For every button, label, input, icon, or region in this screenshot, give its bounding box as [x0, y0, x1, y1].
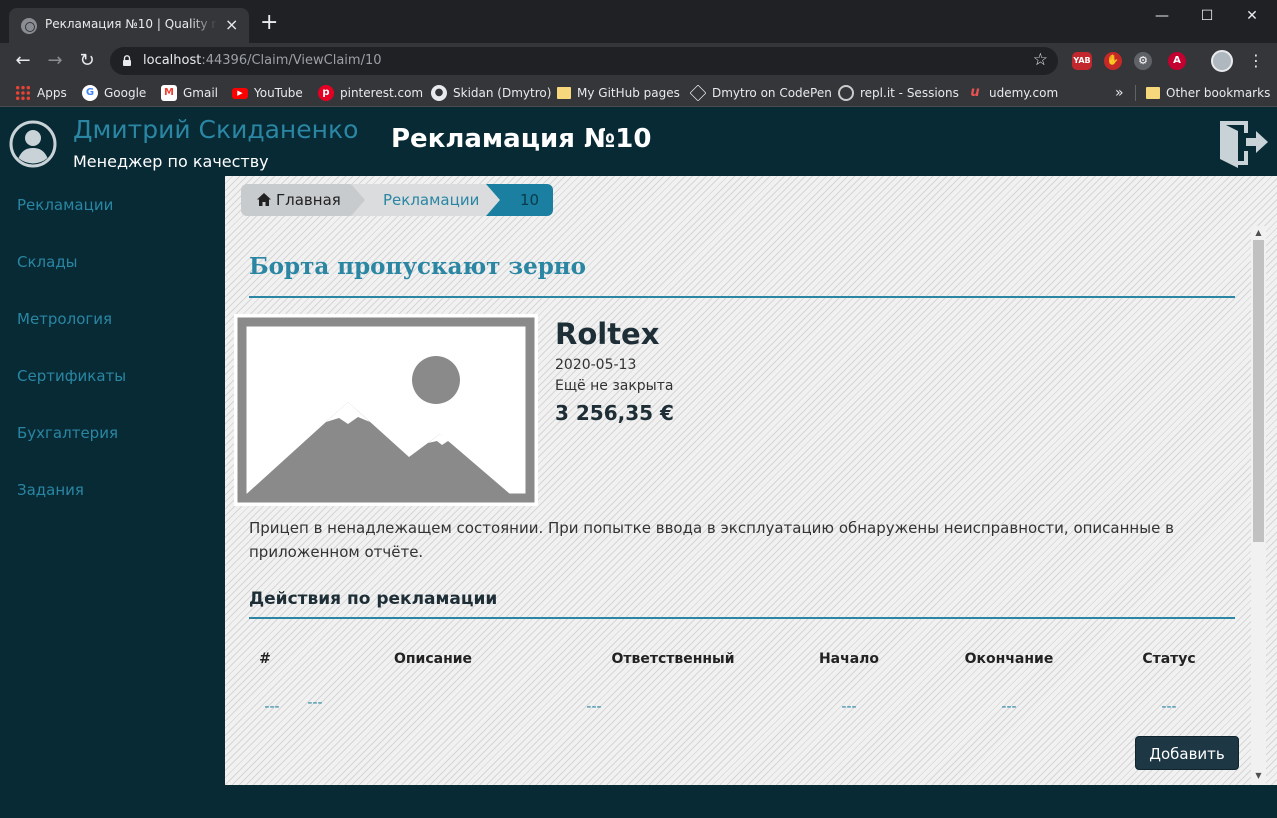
- bookmark-apps[interactable]: Apps: [15, 85, 67, 101]
- codepen-icon: [689, 84, 707, 102]
- sidebar-item-certificates[interactable]: Сертификаты: [17, 367, 126, 385]
- actions-heading: Действия по рекламации: [249, 589, 498, 609]
- address-bar[interactable]: localhost:44396/Claim/ViewClaim/10 ☆: [110, 47, 1058, 75]
- column-header-status: Статус: [1142, 651, 1196, 667]
- folder-icon: [557, 87, 571, 99]
- apps-grid-icon: [15, 85, 31, 101]
- title-divider: [249, 296, 1235, 298]
- github-icon: ●: [431, 85, 447, 101]
- breadcrumb-claims[interactable]: Рекламации: [351, 184, 503, 216]
- extension-gear-icon[interactable]: ⚙: [1134, 52, 1152, 70]
- forward-icon[interactable]: →: [43, 50, 67, 72]
- scrollbar-thumb[interactable]: [1253, 240, 1264, 542]
- new-tab-button[interactable]: +: [260, 12, 278, 34]
- sidebar: Рекламации Склады Метрология Сертификаты…: [0, 176, 225, 818]
- maximize-button[interactable]: ☐: [1192, 4, 1222, 28]
- sidebar-item-metrology[interactable]: Метрология: [17, 310, 112, 328]
- claim-title: Борта пропускают зерно: [249, 253, 586, 280]
- close-window-button[interactable]: ✕: [1237, 4, 1267, 28]
- claim-description: Прицеп в ненадлежащем состоянии. При поп…: [249, 519, 1174, 561]
- bookmark-google[interactable]: G Google: [82, 85, 146, 101]
- user-avatar-icon[interactable]: [9, 120, 57, 168]
- reload-icon[interactable]: ↻: [75, 50, 99, 72]
- claim-status: Ещё не закрыта: [555, 378, 674, 394]
- image-placeholder-icon: [234, 314, 538, 506]
- sidebar-item-accounting[interactable]: Бухгалтерия: [17, 424, 118, 442]
- bookmarks-divider: [1135, 85, 1136, 101]
- google-icon: G: [82, 85, 98, 101]
- table-cell-end[interactable]: ---: [995, 699, 1023, 715]
- company-name: Roltex: [555, 317, 660, 351]
- bookmark-codepen[interactable]: Dmytro on CodePen: [689, 84, 832, 102]
- menu-kebab-icon[interactable]: ⋮: [1244, 50, 1268, 72]
- table-cell-responsible[interactable]: ---: [580, 699, 608, 715]
- sidebar-item-claims[interactable]: Рекламации: [17, 196, 113, 214]
- extension-yab-icon[interactable]: YAB: [1072, 52, 1092, 70]
- url-text[interactable]: localhost:44396/Claim/ViewClaim/10: [143, 53, 382, 68]
- other-bookmarks[interactable]: Other bookmarks: [1146, 85, 1270, 101]
- bookmark-pinterest[interactable]: p pinterest.com: [318, 85, 423, 101]
- actions-divider: [249, 617, 1235, 619]
- extension-hand-icon[interactable]: ✋: [1104, 52, 1122, 70]
- sidebar-item-tasks[interactable]: Задания: [17, 481, 84, 499]
- profile-avatar-icon[interactable]: [1211, 50, 1233, 72]
- browser-tab[interactable]: Рекламация №10 | Quality management ×: [9, 8, 249, 43]
- bookmark-youtube[interactable]: ▶ YouTube: [232, 85, 303, 101]
- bookmark-gmail[interactable]: M Gmail: [161, 85, 218, 101]
- column-header-description: Описание: [393, 651, 473, 667]
- more-bookmarks-button[interactable]: »: [1115, 85, 1124, 101]
- column-header-number: #: [259, 651, 271, 667]
- user-name[interactable]: Дмитрий Скиданенко: [73, 115, 358, 144]
- table-cell-status[interactable]: ---: [1155, 699, 1183, 715]
- gmail-icon: M: [161, 85, 177, 101]
- back-icon[interactable]: ←: [11, 50, 35, 72]
- youtube-icon: ▶: [232, 87, 248, 99]
- pinterest-icon: p: [318, 85, 334, 101]
- bookmark-github-pages[interactable]: My GitHub pages: [557, 85, 680, 101]
- scroll-down-icon[interactable]: ▼: [1251, 769, 1266, 783]
- logout-icon[interactable]: [1216, 117, 1270, 169]
- add-action-button[interactable]: Добавить: [1135, 736, 1239, 770]
- bookmark-star-icon[interactable]: ☆: [1033, 50, 1048, 70]
- bookmark-replit[interactable]: repl.it - Sessions: [838, 85, 959, 101]
- minimize-button[interactable]: —: [1147, 4, 1177, 28]
- globe-icon: [21, 18, 37, 34]
- extension-angular-icon[interactable]: A: [1168, 52, 1186, 70]
- breadcrumb-home[interactable]: Главная: [241, 184, 373, 216]
- page-title: Рекламация №10: [391, 124, 652, 154]
- bookmark-github[interactable]: ● Skidan (Dmytro): [431, 85, 551, 101]
- bookmark-udemy[interactable]: u udemy.com: [967, 85, 1058, 101]
- table-cell-start[interactable]: ---: [835, 699, 863, 715]
- column-header-responsible: Ответственный: [611, 651, 735, 667]
- user-role: Менеджер по качеству: [73, 152, 269, 171]
- column-header-end: Окончание: [964, 651, 1054, 667]
- scroll-up-icon[interactable]: ▲: [1251, 226, 1266, 240]
- claim-amount: 3 256,35 €: [555, 401, 674, 425]
- footer-bar: [225, 785, 1277, 818]
- lock-icon: [123, 55, 131, 66]
- table-cell-description[interactable]: ---: [301, 695, 329, 711]
- sidebar-item-warehouses[interactable]: Склады: [17, 253, 78, 271]
- claim-date: 2020-05-13: [555, 357, 637, 373]
- home-icon: [257, 193, 271, 206]
- tab-close-button[interactable]: ×: [225, 16, 238, 34]
- udemy-icon: u: [970, 85, 980, 100]
- table-cell-number[interactable]: ---: [258, 699, 286, 715]
- folder-icon: [1146, 87, 1160, 99]
- column-header-start: Начало: [818, 651, 880, 667]
- tab-title: Рекламация №10 | Quality management: [45, 17, 217, 31]
- replit-icon: [838, 85, 854, 101]
